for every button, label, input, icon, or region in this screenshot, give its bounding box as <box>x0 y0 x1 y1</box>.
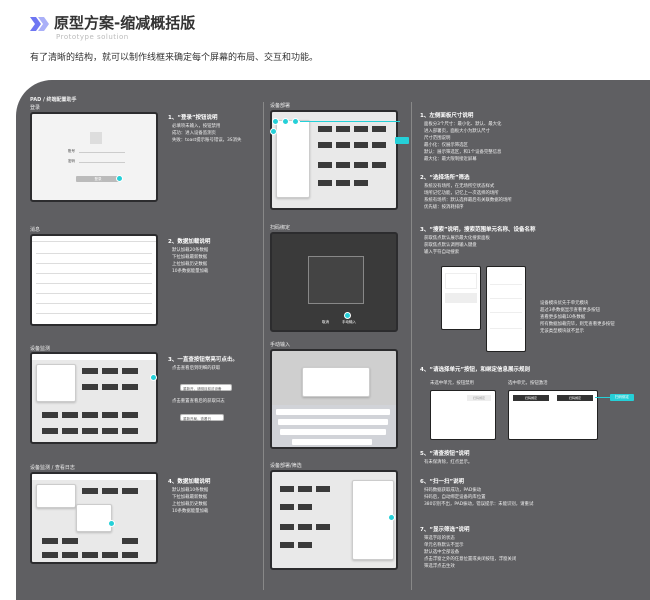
page-header: 原型方案-缩减概括版 Prototype solution 有了清晰的结构，就可… <box>0 0 650 90</box>
desc-search: 3、“搜索”说明，搜索范围单元名称、设备名称 获取焦点默认展示最大化搜索面板 获… <box>420 227 536 255</box>
login-logo <box>90 132 102 144</box>
callout-dot <box>292 118 299 125</box>
desc-panel-size: 1、左侧面板尺寸说明 面板分3个尺寸：最小化、默认、最大化 进入部署页，面板大小… <box>420 113 502 162</box>
callout-dot <box>388 514 395 521</box>
page-title: 原型方案-缩减概括版 <box>54 14 196 32</box>
scan-frame <box>308 256 364 304</box>
screen-label-deploy-filter: 设备部署/筛选 <box>270 463 302 469</box>
callout-tag <box>395 137 409 144</box>
desc-select-unit: 4、“请选择单元”按钮，和绑定信息展示规则 <box>420 367 531 373</box>
screen-label-monitor: 设备监测 <box>30 346 51 352</box>
password-label: 密码 <box>68 159 75 163</box>
page-subtitle: Prototype solution <box>56 33 129 41</box>
deploy-screen <box>270 110 398 210</box>
device-panel <box>36 364 76 402</box>
search-list-mockup <box>486 266 526 352</box>
screen-label-monitor-log: 设备监测 / 查看日志 <box>30 465 75 471</box>
callout-dot <box>272 118 279 125</box>
callout-dot <box>270 128 277 135</box>
scan-screen: 取消 手动输入 <box>270 232 398 332</box>
callout-dot <box>108 520 115 527</box>
divider <box>263 102 264 590</box>
label-unselected: 未选中单元，按钮禁用 <box>430 381 474 386</box>
account-label: 账号 <box>68 149 75 153</box>
search-result-mockup <box>441 266 481 330</box>
desc-monitor-2: 点击重置查看后的获取日志 <box>172 399 225 404</box>
app-name: PAD / 终端配置助手 <box>30 97 77 103</box>
deploy-side-panel <box>276 120 310 198</box>
scan-bind-tag: 扫码绑定 <box>610 394 634 401</box>
chevron-logo-icon <box>30 17 49 31</box>
news-screen <box>30 234 158 326</box>
desc-select-place: 2、“选择场所”筛选 系统没有场所，在无场所空状态样式 场所记忆功能，记忆上一次… <box>420 175 512 210</box>
unit-unselected-mockup: 扫码绑定 <box>430 390 496 440</box>
screen-label-login: 登录 <box>30 105 41 111</box>
manual-input-screen <box>270 349 398 449</box>
scan-cancel[interactable]: 取消 <box>322 320 329 325</box>
label-selected: 选中单元，按钮激活 <box>508 381 548 386</box>
scan-manual[interactable]: 手动输入 <box>342 320 356 325</box>
desc-monitor: 3、一直查按钮常亮可点击。 点击查看后到明细的获取 <box>168 357 238 371</box>
login-screen: 账号 密码 登录 <box>30 112 158 202</box>
restart-button[interactable]: 重新开，请明目前这设备 <box>180 384 232 391</box>
monitor-screen <box>30 352 158 444</box>
log-popup <box>76 504 112 532</box>
callout-dot <box>282 118 289 125</box>
account-field[interactable] <box>79 149 125 153</box>
side-notes: 设备模块优先于单元模块 超过3条数据显示查看更多按钮 查看更多加载10条数据 所… <box>540 301 615 334</box>
scan-bind-button-disabled[interactable]: 扫码绑定 <box>467 395 491 401</box>
deploy-filter-screen <box>270 470 398 570</box>
callout-dot <box>150 374 157 381</box>
callout-dot <box>116 175 123 182</box>
desc-filter: 7、“显示筛选”说明 筛选字段的状态 单元名称默认不显示 默认选中全部设备 点击… <box>420 527 517 569</box>
scan-bind-button-2[interactable]: 扫码绑定 <box>557 395 593 401</box>
unit-selected-mockup: 扫码绑定 扫码绑定 <box>508 390 598 440</box>
password-field[interactable] <box>79 159 125 163</box>
screen-label-news: 消息 <box>30 227 41 233</box>
page-intro: 有了清晰的结构，就可以制作线框来确定每个屏幕的布局、交互和功能。 <box>30 53 319 63</box>
desc-login: 1、“登录”按钮说明 必填项未输入，按钮禁用 成功：进入设备监测页 失败：toa… <box>168 115 242 143</box>
screen-label-manual: 手动输入 <box>270 342 291 348</box>
filter-popup <box>352 480 394 560</box>
divider <box>411 102 412 590</box>
desc-scan: 6、“扫一扫”说明 扫码数据获取成功，PAD振动 扫码后，自动绑定设备的库位置 … <box>420 479 534 507</box>
desc-clear: 5、“清查按钮”说明 有未保清除，红点显示。 <box>420 451 473 465</box>
screen-label-deploy: 设备部署 <box>270 103 291 109</box>
screen-label-scan: 扫码绑定 <box>270 225 291 231</box>
scan-bind-button[interactable]: 扫码绑定 <box>513 395 549 401</box>
login-button[interactable]: 登录 <box>76 176 120 182</box>
monitor-log-screen <box>30 472 158 564</box>
desc-log: 4、数据加载说明 默认加载10条数据 下拉加载最新数据 上拉加载历史数据 10条… <box>168 479 211 514</box>
restart-log-button[interactable]: 重新开局，查看日 <box>180 414 224 421</box>
callout-dot <box>344 312 351 319</box>
input-dialog <box>302 367 370 397</box>
desc-news: 2、数据加载说明 默认加载20条数据 下拉加载最新数据 上拉加载历史数据 10条… <box>168 239 211 274</box>
